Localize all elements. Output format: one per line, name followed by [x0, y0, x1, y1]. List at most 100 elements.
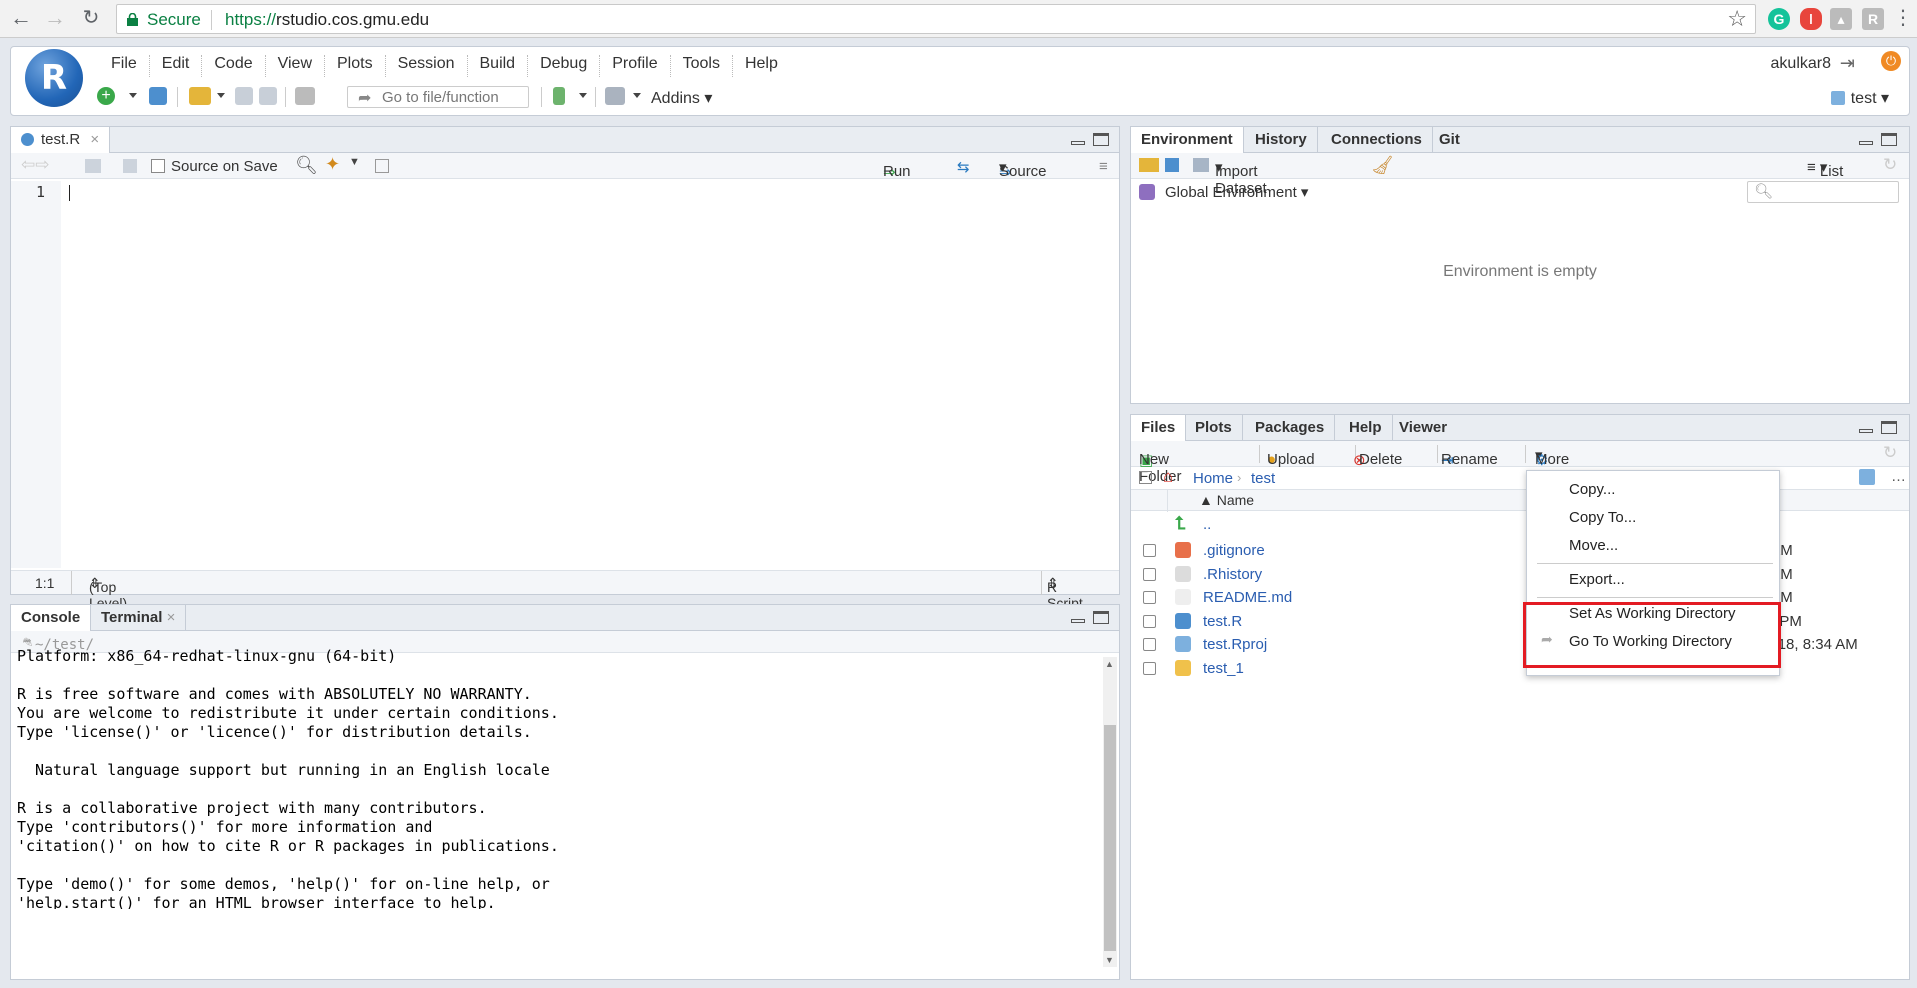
import-dataset-icon[interactable] [1193, 158, 1209, 172]
file-name-link[interactable]: test.R [1203, 613, 1242, 630]
file-type-selector[interactable]: R Script ⇕ [1047, 575, 1083, 611]
menu-item-move[interactable]: Move... [1569, 537, 1618, 554]
tab-git[interactable]: Git [1429, 127, 1470, 153]
forward-icon[interactable]: → [42, 6, 68, 32]
parent-dir-link[interactable]: .. [1203, 516, 1211, 533]
tab-files[interactable]: Files [1131, 415, 1187, 442]
pane-layout-icon[interactable] [605, 87, 625, 105]
open-file-icon[interactable] [189, 87, 211, 105]
back-arrow-icon[interactable]: ⇦⇨ [21, 155, 50, 175]
search-icon[interactable]: 🔍︎ [295, 155, 318, 176]
file-name-link[interactable]: test_1 [1203, 660, 1244, 677]
more-path-icon[interactable]: … [1891, 468, 1906, 485]
minimize-icon[interactable] [1859, 141, 1873, 145]
list-item[interactable]: .gitignore8, 7:29 AM [1131, 539, 1909, 563]
refresh-icon[interactable]: ↻ [1883, 443, 1897, 463]
tab-environment[interactable]: Environment [1131, 127, 1244, 154]
menu-profile[interactable]: Profile [600, 55, 671, 77]
tab-history[interactable]: History [1245, 127, 1318, 153]
code-editor[interactable] [63, 181, 1119, 568]
list-item[interactable]: test_1 [1131, 657, 1909, 681]
chevron-down-icon[interactable] [129, 93, 137, 98]
address-bar[interactable]: Secure https://rstudio.cos.gmu.edu ☆ [116, 4, 1756, 34]
tab-viewer[interactable]: Viewer [1389, 415, 1457, 441]
tab-connections[interactable]: Connections [1321, 127, 1433, 153]
broom-icon[interactable]: 🧹︎ [1371, 155, 1394, 176]
menu-edit[interactable]: Edit [150, 55, 203, 77]
menu-item-copy-to[interactable]: Copy To... [1569, 509, 1636, 526]
show-in-window-icon[interactable] [85, 159, 101, 173]
compile-report-icon[interactable] [375, 159, 389, 173]
file-name-link[interactable]: test.Rproj [1203, 636, 1267, 653]
save-icon[interactable] [235, 87, 253, 105]
source-button[interactable]: ⇒ Source ▾ [999, 158, 1047, 181]
environment-search-input[interactable]: 🔍︎ [1747, 181, 1899, 203]
list-item-parent[interactable]: ⮤ .. [1131, 513, 1909, 537]
list-item[interactable]: .Rhistory8, 7:40 AM [1131, 563, 1909, 587]
refresh-icon[interactable]: ↻ [1883, 155, 1897, 175]
menu-item-copy[interactable]: Copy... [1569, 481, 1615, 498]
file-checkbox[interactable] [1143, 661, 1156, 675]
scroll-down-icon[interactable]: ▼ [1105, 955, 1114, 965]
project-menu[interactable]: test ▾ [1830, 88, 1889, 108]
magic-wand-icon[interactable]: ✦ [325, 154, 340, 175]
list-item[interactable]: README.md8, 7:29 AM [1131, 586, 1909, 610]
scope-selector[interactable]: (Top Level) ⇕ [89, 575, 127, 611]
console-scrollbar[interactable]: ▲ ▼ [1103, 657, 1117, 967]
menu-session[interactable]: Session [386, 55, 468, 77]
menu-item-export[interactable]: Export... [1569, 571, 1625, 588]
tab-help[interactable]: Help [1339, 415, 1393, 441]
list-item[interactable]: test.R8, 12:16 PM [1131, 610, 1909, 634]
go-to-file-input[interactable]: ➦ Go to file/function [347, 86, 529, 108]
minimize-icon[interactable] [1071, 141, 1085, 145]
file-name-link[interactable]: README.md [1203, 589, 1292, 606]
menu-debug[interactable]: Debug [528, 55, 601, 77]
maximize-icon[interactable] [1881, 421, 1897, 434]
file-name-link[interactable]: .Rhistory [1203, 566, 1262, 583]
r-extension-icon[interactable]: R [1862, 8, 1884, 30]
list-view-button[interactable]: ≡ List ▾ [1807, 158, 1843, 180]
menu-view[interactable]: View [266, 55, 325, 77]
file-checkbox[interactable] [1143, 567, 1156, 581]
list-item[interactable]: test.Rproj205 BJul 3, 2018, 8:34 AM [1131, 633, 1909, 657]
close-icon[interactable]: × [90, 131, 99, 148]
minimize-icon[interactable] [1859, 429, 1873, 433]
outline-icon[interactable]: ≡ [1099, 158, 1108, 175]
pdf-extension-icon[interactable]: ▴ [1830, 8, 1852, 30]
reload-icon[interactable]: ↻ [78, 6, 104, 32]
adblock-extension-icon[interactable]: ǀ [1800, 8, 1822, 30]
more-button[interactable]: ⚙ More ▾ [1535, 446, 1569, 469]
maximize-icon[interactable] [1093, 133, 1109, 146]
build-icon[interactable] [553, 87, 565, 105]
rerun-icon[interactable]: ⇆ [957, 158, 970, 176]
file-checkbox[interactable] [1143, 544, 1156, 557]
chevron-down-icon[interactable] [633, 93, 641, 98]
file-checkbox[interactable] [1143, 591, 1156, 604]
save-workspace-icon[interactable] [1165, 158, 1179, 172]
grammarly-extension-icon[interactable]: G [1768, 8, 1790, 30]
chevron-down-icon[interactable] [579, 93, 587, 98]
go-to-project-icon[interactable] [1859, 469, 1875, 485]
chevron-down-icon[interactable]: ▼ [349, 156, 360, 168]
tab-packages[interactable]: Packages [1245, 415, 1336, 441]
name-column-header[interactable]: ▲ Name [1199, 492, 1254, 508]
menu-build[interactable]: Build [468, 55, 529, 77]
maximize-icon[interactable] [1093, 611, 1109, 624]
source-on-save-checkbox[interactable] [151, 159, 165, 173]
global-environment-selector[interactable]: Global Environment ▾ [1165, 183, 1308, 201]
save-all-icon[interactable] [259, 87, 277, 105]
maximize-icon[interactable] [1881, 133, 1897, 146]
chrome-menu-icon[interactable]: ⋮ [1890, 6, 1916, 32]
tab-plots[interactable]: Plots [1185, 415, 1243, 441]
breadcrumb-test[interactable]: test [1251, 470, 1275, 487]
file-checkbox[interactable] [1143, 614, 1156, 628]
addins-menu[interactable]: Addins ▾ [651, 88, 712, 108]
breadcrumb-home[interactable]: Home [1193, 470, 1233, 487]
save-icon[interactable] [123, 159, 137, 173]
bookmark-star-icon[interactable]: ☆ [1727, 6, 1747, 32]
menu-plots[interactable]: Plots [325, 55, 386, 77]
menu-file[interactable]: File [99, 55, 150, 77]
chevron-down-icon[interactable] [217, 93, 225, 98]
file-checkbox[interactable] [1143, 638, 1156, 651]
file-name-link[interactable]: .gitignore [1203, 542, 1265, 559]
